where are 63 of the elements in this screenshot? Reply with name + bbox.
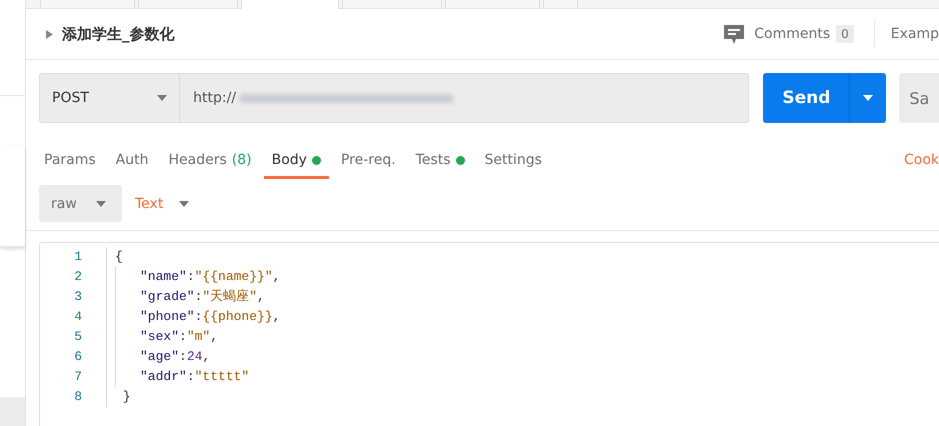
code-token: {{phone}}: [202, 308, 273, 326]
code-token: :: [186, 268, 195, 286]
comments-label[interactable]: Comments: [754, 26, 830, 42]
code-token: "addr": [140, 368, 187, 386]
code-token: ,: [210, 328, 218, 346]
code-token: :: [194, 308, 202, 326]
code-token: }: [122, 388, 131, 406]
line-number: 2: [74, 268, 83, 286]
code-token: "age": [140, 348, 180, 366]
request-tab[interactable]: [241, 0, 339, 9]
line-number: 5: [74, 328, 83, 346]
request-section-tab[interactable]: Headers (8): [160, 152, 260, 179]
line-number: 3: [74, 288, 83, 306]
code-token: ,: [202, 348, 210, 366]
code-token: "天蝎座": [202, 288, 258, 306]
request-section-tab[interactable]: Body: [264, 152, 329, 179]
code-token: ,: [257, 288, 265, 306]
code-token: 24: [186, 348, 202, 366]
code-token: "{{name}}": [194, 268, 273, 286]
code-token: :: [179, 328, 187, 346]
examples-tab[interactable]: Examp: [890, 26, 939, 42]
request-title: 添加学生_参数化: [62, 24, 174, 44]
code-token: :: [186, 368, 195, 386]
expand-icon[interactable]: [46, 30, 53, 38]
line-number: 8: [74, 388, 83, 406]
code-token: {: [115, 248, 123, 266]
cookies-link[interactable]: Cook: [904, 152, 939, 179]
code-token: :: [179, 348, 187, 366]
comments-count: 0: [836, 25, 854, 43]
code-token: "ttttt": [194, 368, 250, 386]
caret-icon: [863, 95, 874, 101]
code-editor[interactable]: 1 2 3 4 5 6 7 8 { "name":"{{name}}", "grade":"天蝎座", "phone":{{phone}}, "sex":"m", "age":24, "addr":"ttttt" }: [39, 242, 939, 426]
comment-icon[interactable]: [724, 24, 744, 44]
url-field[interactable]: http://: [180, 73, 750, 123]
request-tab[interactable]: [445, 0, 540, 8]
code-token: "m": [186, 328, 210, 346]
code-token: "grade": [140, 288, 195, 306]
request-section-tab[interactable]: Tests: [408, 152, 473, 179]
body-mode-dropdown[interactable]: raw: [39, 185, 122, 222]
request-section-tab[interactable]: Auth: [108, 152, 156, 179]
code-token: :: [194, 288, 202, 306]
request-section-tab[interactable]: Settings: [476, 152, 550, 179]
caret-icon: [157, 95, 168, 101]
request-section-tab[interactable]: Params: [36, 152, 104, 179]
code-token: "phone": [140, 308, 195, 326]
request-tab[interactable]: [342, 0, 442, 8]
format-dropdown[interactable]: Text: [135, 196, 190, 212]
caret-icon: [179, 200, 190, 206]
save-button[interactable]: Sa: [899, 73, 939, 123]
code-token: "sex": [140, 328, 180, 346]
method-dropdown[interactable]: POST: [39, 73, 180, 123]
caret-icon: [96, 200, 106, 206]
line-number: 6: [74, 348, 83, 366]
line-number: 4: [74, 308, 83, 326]
code-token: "name": [140, 268, 187, 286]
code-token: ,: [272, 308, 280, 326]
request-tab[interactable]: [138, 0, 238, 8]
request-section-tab[interactable]: Pre-req.: [332, 152, 404, 179]
line-number: 1: [74, 248, 83, 266]
code-token: ,: [272, 268, 280, 286]
request-tab[interactable]: [543, 0, 578, 8]
line-number: 7: [74, 368, 83, 386]
request-tab[interactable]: [40, 0, 135, 8]
